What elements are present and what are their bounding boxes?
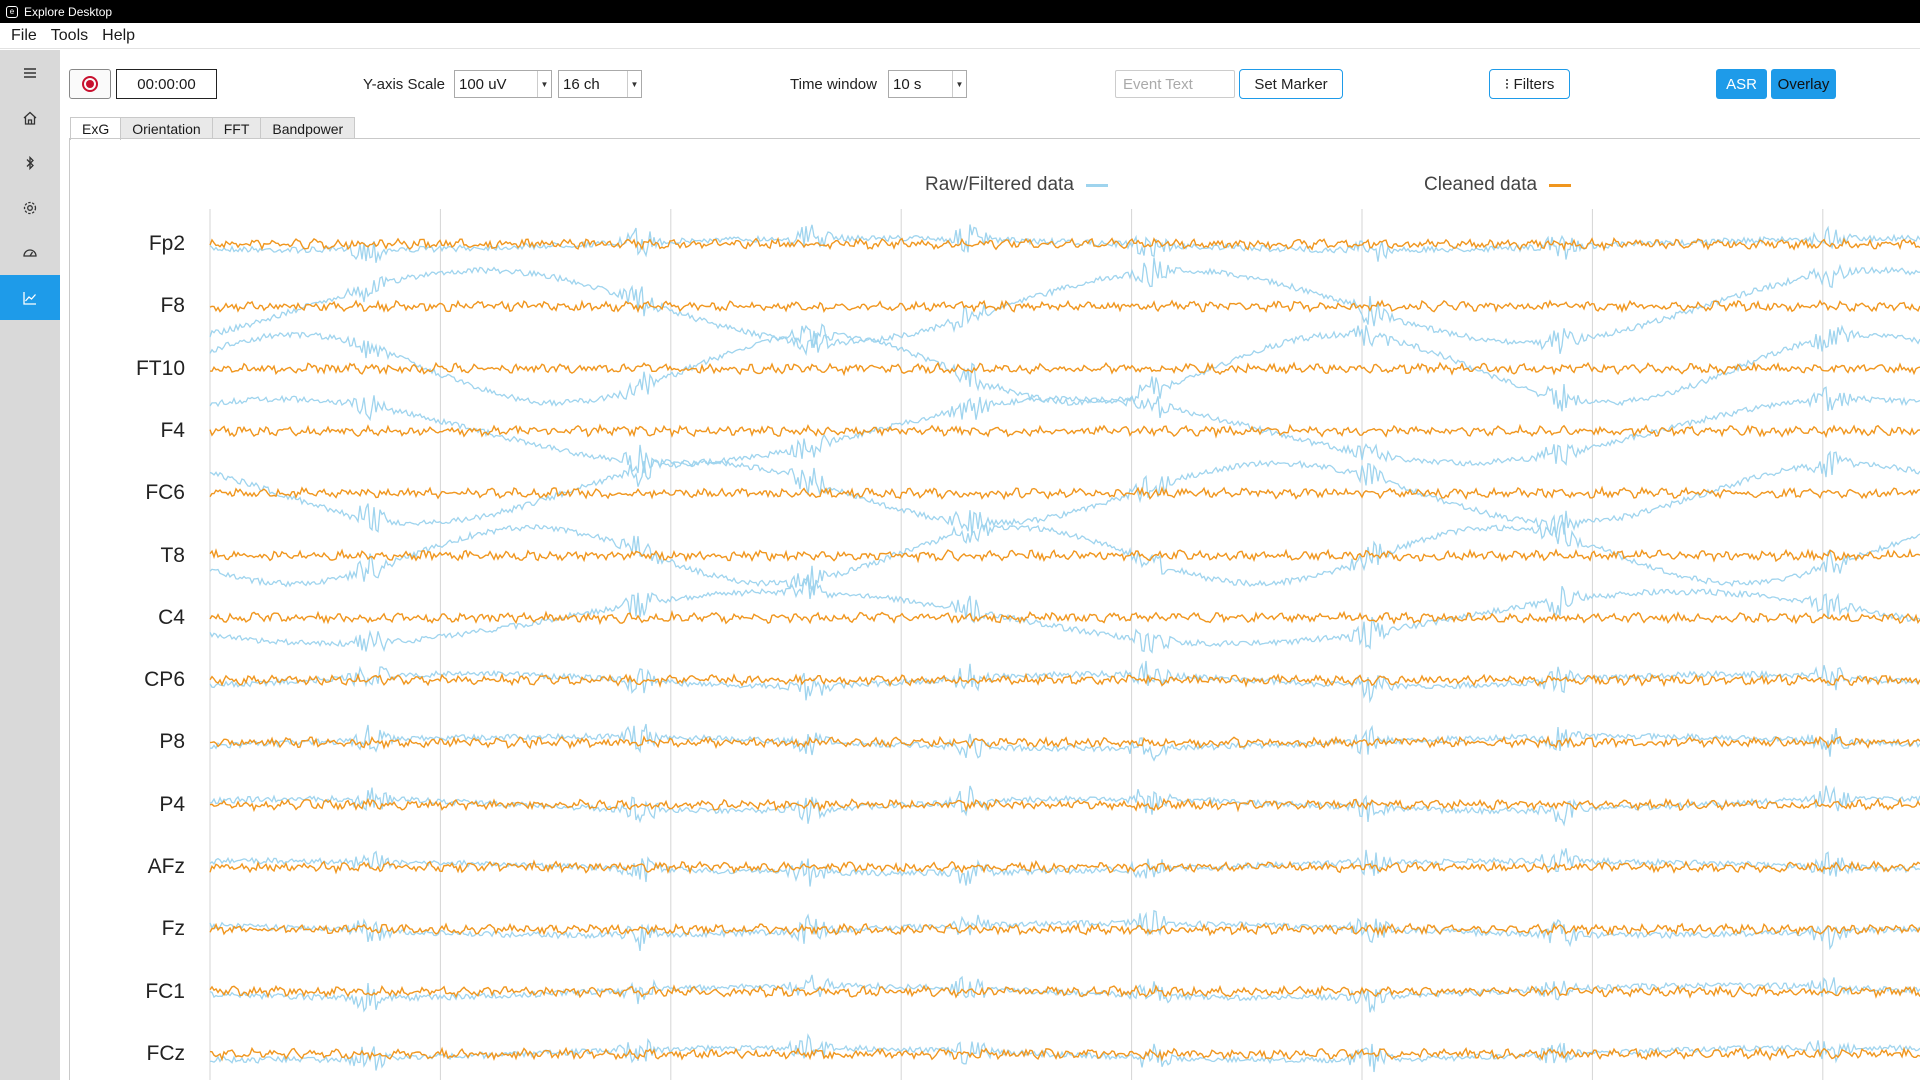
- bluetooth-icon: [26, 155, 34, 170]
- view-tabs: ExG Orientation FFT Bandpower: [70, 117, 356, 140]
- raw-trace-cp6: [209, 660, 1920, 704]
- channel-label-p4: P4: [159, 792, 185, 816]
- record-button[interactable]: [69, 69, 111, 99]
- raw-trace-c4: [209, 576, 1920, 654]
- legend-raw-label: Raw/Filtered data: [925, 174, 1074, 195]
- channel-label-c4: C4: [158, 605, 185, 629]
- home-icon: [23, 111, 37, 125]
- channel-label-fcz: FCz: [146, 1041, 186, 1065]
- time-window-select[interactable]: 10 s ▼: [888, 70, 967, 98]
- cleaned-trace-fc6: [209, 485, 1920, 501]
- event-text-input[interactable]: Event Text: [1115, 70, 1235, 98]
- legend-cleaned-swatch: [1549, 183, 1572, 187]
- window-title: Explore Desktop: [24, 4, 113, 19]
- exg-plot: Raw/Filtered data Cleaned data Fp2 F8 FT10…: [70, 139, 1920, 1080]
- app-logo-icon: e: [6, 5, 18, 18]
- channel-label-ft10: FT10: [135, 356, 185, 380]
- chevron-down-icon: ▼: [537, 71, 551, 97]
- cleaned-trace-t8: [209, 548, 1920, 564]
- cleaned-trace-ft10: [209, 361, 1920, 377]
- sidebar: [0, 50, 60, 1080]
- channel-label-afz: AFz: [147, 855, 185, 878]
- record-icon: [82, 76, 98, 92]
- title-bar: e Explore Desktop: [0, 0, 1920, 23]
- channel-label-fz: Fz: [161, 917, 185, 941]
- channels-value: 16 ch: [563, 75, 600, 93]
- asr-toggle-button[interactable]: ASR: [1716, 69, 1767, 99]
- gear-icon: [23, 201, 37, 214]
- hamburger-menu-icon: [24, 67, 36, 78]
- tab-exg[interactable]: ExG: [70, 117, 122, 140]
- y-scale-value: 100 uV: [459, 75, 507, 93]
- cleaned-trace-f8: [209, 299, 1920, 314]
- channel-label-p8: P8: [159, 730, 185, 754]
- menu-bar: File Tools Help: [0, 23, 1920, 49]
- legend-raw: Raw/Filtered data: [925, 174, 1108, 196]
- overlay-toggle-button[interactable]: Overlay: [1771, 69, 1836, 99]
- channels-select[interactable]: 16 ch ▼: [558, 70, 642, 98]
- channel-label-cp6: CP6: [144, 668, 185, 692]
- channel-label-fc1: FC1: [145, 979, 185, 1003]
- legend-cleaned: Cleaned data: [1424, 174, 1572, 196]
- channel-label-f8: F8: [160, 294, 185, 318]
- legend-raw-swatch: [1085, 183, 1108, 187]
- filters-button[interactable]: ⁝ Filters: [1489, 69, 1570, 99]
- cleaned-trace-c4: [209, 609, 1920, 626]
- time-window-value: 10 s: [893, 75, 922, 93]
- chevron-down-icon: ▼: [627, 71, 641, 97]
- menu-help[interactable]: Help: [102, 27, 135, 45]
- sidebar-item-home[interactable]: [0, 95, 60, 140]
- record-timer: 00:00:00: [116, 69, 217, 99]
- tab-bandpower[interactable]: Bandpower: [260, 117, 356, 139]
- sidebar-item-settings[interactable]: [0, 185, 60, 230]
- sidebar-item-bluetooth[interactable]: [0, 140, 60, 185]
- set-marker-button[interactable]: Set Marker: [1239, 69, 1343, 99]
- cleaned-trace-f4: [209, 423, 1920, 439]
- chart-icon: [23, 291, 36, 305]
- sidebar-item-visualization[interactable]: [0, 275, 60, 320]
- toolbar: 00:00:00 Y-axis Scale 100 uV ▼ 16 ch ▼ T…: [60, 50, 1920, 120]
- channel-label-t8: T8: [160, 543, 185, 567]
- chevron-down-icon: ▼: [952, 71, 966, 97]
- channel-label-fc6: FC6: [145, 481, 185, 505]
- menu-file[interactable]: File: [11, 27, 37, 45]
- cleaned-trace-afz: [209, 859, 1920, 875]
- y-scale-select[interactable]: 100 uV ▼: [454, 70, 552, 98]
- sidebar-menu-toggle[interactable]: [0, 50, 60, 95]
- y-scale-label: Y-axis Scale: [363, 76, 445, 93]
- exg-signal-canvas: [209, 209, 1920, 1080]
- sidebar-item-impedance[interactable]: [0, 230, 60, 275]
- menu-tools[interactable]: Tools: [51, 27, 88, 45]
- tab-orientation[interactable]: Orientation: [120, 117, 213, 139]
- cleaned-trace-fz: [209, 921, 1920, 937]
- gauge-icon: [23, 248, 37, 257]
- channel-label-fp2: Fp2: [148, 232, 185, 255]
- time-window-label: Time window: [790, 76, 877, 93]
- channel-label-f4: F4: [160, 418, 185, 442]
- tab-fft[interactable]: FFT: [211, 117, 262, 139]
- legend-cleaned-label: Cleaned data: [1424, 174, 1538, 195]
